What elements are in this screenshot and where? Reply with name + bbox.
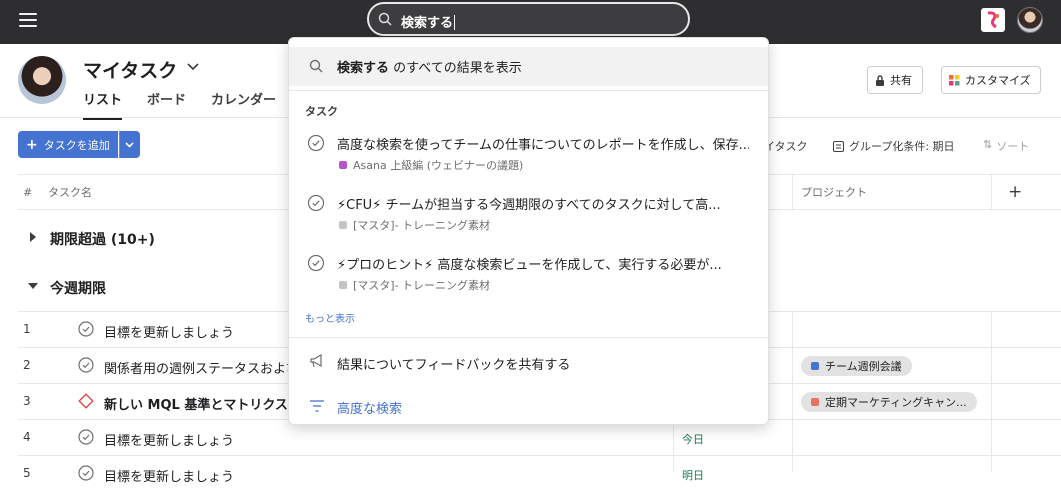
user-avatar[interactable]: [1017, 7, 1043, 33]
due-date[interactable]: 今日: [682, 431, 704, 447]
project-name: 定期マーケティングキャン...: [825, 396, 967, 409]
add-column-button[interactable]: +: [1008, 182, 1022, 202]
filter-icon: [310, 400, 324, 412]
project-color-dot: [339, 281, 347, 289]
result-title: ⚡プロのヒント⚡ 高度な検索ビューを作成して、実行する必要が...: [337, 258, 722, 273]
check-circle-icon: [307, 254, 325, 272]
megaphone-icon: [310, 354, 322, 368]
add-task-dropdown-button[interactable]: [119, 131, 140, 158]
project-name: チーム週例会議: [825, 360, 902, 373]
dropdown-divider: [289, 337, 768, 338]
check-circle-icon: [307, 194, 325, 212]
sort-icon: ⇅: [983, 138, 993, 151]
page-title: マイタスク: [83, 60, 178, 82]
tasks-section-label: タスク: [305, 105, 338, 118]
show-more-link[interactable]: もっと表示: [305, 310, 355, 325]
row-number: 2: [23, 358, 31, 372]
check-circle-icon: [307, 134, 325, 152]
result-project: Asana 上級編 (ウェビナーの議題): [339, 157, 523, 173]
column-divider: [991, 174, 992, 210]
due-date[interactable]: 明日: [682, 467, 704, 483]
result-project: [マスタ]- トレーニング素材: [339, 277, 490, 293]
row-number: 4: [23, 430, 31, 444]
customize-grid-icon: [949, 74, 960, 85]
app-logo-icon[interactable]: [981, 8, 1005, 32]
profile-avatar: [18, 56, 66, 104]
sort-label: ソート: [996, 140, 1030, 153]
row-number: 1: [23, 322, 31, 336]
group-by-label: グループ化条件: 期日: [849, 140, 955, 153]
lock-icon: [876, 74, 884, 86]
expand-triangle-icon[interactable]: [30, 232, 36, 242]
row-number: 5: [23, 466, 31, 480]
task-name[interactable]: 新しい MQL 基準とマトリクスの: [104, 394, 301, 413]
column-divider: [792, 174, 793, 210]
search-value: 検索する: [401, 16, 454, 31]
search-icon: [378, 12, 392, 26]
tab-calendar[interactable]: カレンダー: [211, 89, 276, 120]
customize-label: カスタマイズ: [965, 74, 1031, 87]
chevron-down-icon: [119, 131, 134, 158]
group-by-button[interactable]: グループ化条件: 期日: [833, 138, 955, 154]
advanced-search-link[interactable]: 高度な検索: [337, 398, 402, 417]
section-overdue-title[interactable]: 期限超過 (10+): [50, 229, 155, 249]
column-divider: [991, 311, 992, 472]
result-project-name: [マスタ]- トレーニング素材: [353, 219, 491, 232]
plus-icon: +: [26, 136, 38, 153]
check-circle-icon[interactable]: [78, 465, 94, 481]
task-name[interactable]: 目標を更新しましょう: [104, 466, 234, 485]
search-result-task[interactable]: ⚡CFU⚡ チームが担当する今週期限のすべてのタスクに対して高... [マスタ]…: [289, 185, 768, 241]
column-project[interactable]: プロジェクト: [801, 184, 867, 200]
dropdown-divider: [289, 90, 768, 91]
view-tabs: リスト ボード カレンダー: [83, 89, 301, 120]
project-color-dot: [339, 221, 347, 229]
share-label: 共有: [890, 74, 912, 87]
check-circle-icon[interactable]: [78, 357, 94, 373]
search-input[interactable]: 検索する: [367, 2, 690, 36]
project-tag[interactable]: 定期マーケティングキャン...: [801, 392, 977, 412]
column-divider: [792, 311, 793, 472]
tab-list[interactable]: リスト: [83, 89, 123, 120]
customize-button[interactable]: カスタマイズ: [941, 66, 1041, 94]
show-all-query: 検索する: [337, 61, 390, 76]
add-task-label: タスクを追加: [43, 138, 110, 152]
result-project-name: [マスタ]- トレーニング素材: [353, 279, 491, 292]
share-feedback-item[interactable]: 結果についてフィードバックを共有する: [337, 354, 570, 373]
result-title: ⚡CFU⚡ チームが担当する今週期限のすべてのタスクに対して高...: [337, 198, 721, 213]
section-this-week-title[interactable]: 今週期限: [50, 278, 106, 298]
milestone-diamond-icon[interactable]: [78, 393, 94, 409]
collapse-triangle-icon[interactable]: [28, 283, 38, 289]
chevron-down-icon[interactable]: [186, 62, 200, 72]
group-icon: [833, 140, 844, 152]
hamburger-menu-icon[interactable]: [19, 13, 37, 27]
result-project-name: Asana 上級編 (ウェビナーの議題): [353, 159, 524, 172]
search-result-task[interactable]: 高度な検索を使ってチームの仕事についてのレポートを作成し、保存... Asana…: [289, 125, 768, 181]
project-color-dot: [811, 362, 819, 370]
project-color-dot: [811, 398, 819, 406]
check-circle-icon[interactable]: [78, 429, 94, 445]
tab-board[interactable]: ボード: [147, 89, 186, 120]
share-button[interactable]: 共有: [867, 66, 923, 94]
result-project: [マスタ]- トレーニング素材: [339, 217, 490, 233]
sort-button[interactable]: ⇅ ソート: [983, 138, 1029, 154]
row-number: 3: [23, 394, 31, 408]
task-name[interactable]: 目標を更新しましょう: [104, 322, 234, 341]
my-tasks-filter[interactable]: イタスク: [764, 138, 808, 154]
add-task-button[interactable]: + タスクを追加: [18, 131, 118, 158]
project-color-dot: [339, 161, 347, 169]
task-name[interactable]: 関係者用の週例ステータスおよび: [104, 358, 299, 377]
table-row[interactable]: 5 目標を更新しましょう 明日: [18, 455, 1061, 491]
task-name[interactable]: 目標を更新しましょう: [104, 430, 234, 449]
search-icon: [309, 59, 323, 73]
show-all-results-item[interactable]: 検索する のすべての結果を表示: [289, 47, 768, 86]
text-caret: [454, 15, 456, 30]
search-results-dropdown: 検索する のすべての結果を表示 タスク 高度な検索を使ってチームの仕事についての…: [288, 37, 769, 425]
search-result-task[interactable]: ⚡プロのヒント⚡ 高度な検索ビューを作成して、実行する必要が... [マスタ]-…: [289, 245, 768, 301]
column-task-name[interactable]: タスク名: [48, 184, 92, 200]
project-tag[interactable]: チーム週例会議: [801, 356, 912, 376]
show-all-label: のすべての結果を表示: [389, 61, 522, 76]
result-title: 高度な検索を使ってチームの仕事についてのレポートを作成し、保存...: [337, 138, 749, 153]
column-num: #: [23, 185, 33, 199]
check-circle-icon[interactable]: [78, 321, 94, 337]
